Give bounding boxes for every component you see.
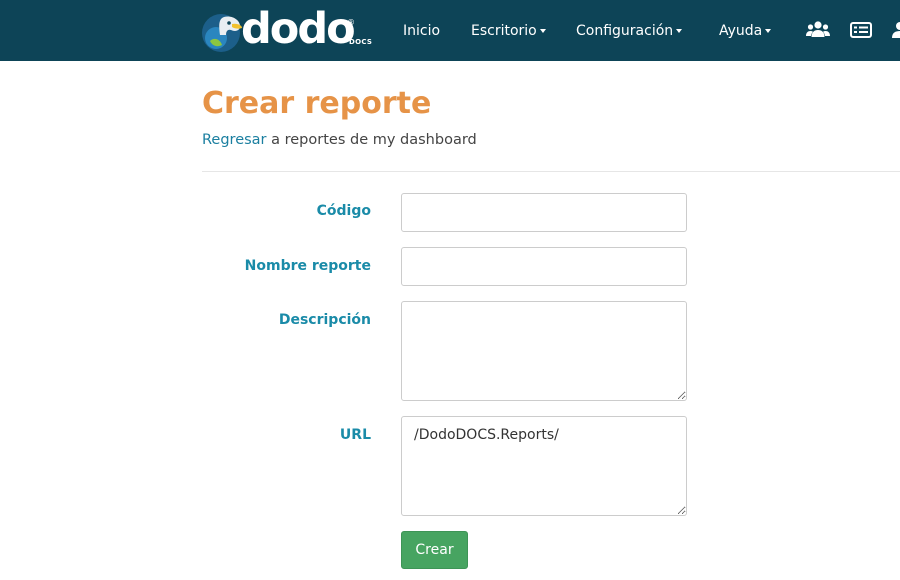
regresar-link[interactable]: Regresar	[202, 132, 267, 148]
caret-down-icon	[765, 29, 772, 33]
nav-escritorio-dropdown[interactable]: Escritorio	[471, 20, 546, 42]
users-icon[interactable]	[806, 20, 830, 40]
nav-ayuda-dropdown[interactable]: Ayuda	[719, 20, 772, 42]
caret-down-icon	[676, 29, 683, 33]
url-textarea[interactable]: /DodoDOCS.Reports/	[401, 416, 687, 516]
list-icon[interactable]	[850, 20, 872, 40]
crear-button[interactable]: Crear	[401, 531, 468, 569]
codigo-input[interactable]	[401, 193, 687, 232]
descripcion-label: Descripción	[278, 312, 371, 328]
url-label: URL	[339, 427, 371, 443]
nav-inicio-label: Inicio	[403, 23, 441, 39]
top-navbar: dodo ® DOCS Inicio Escritorio Configurac…	[0, 0, 900, 61]
logo-suffix: DOCS	[349, 38, 373, 46]
nav-escritorio-label: Escritorio	[471, 23, 537, 39]
nombre-reporte-input[interactable]	[401, 247, 687, 286]
nav-configuracion-label: Configuración	[576, 23, 674, 39]
caret-down-icon	[539, 29, 546, 33]
dodo-docs-logo[interactable]: dodo ® DOCS	[202, 4, 377, 54]
descripcion-textarea[interactable]	[401, 301, 687, 401]
page-subtitle: Regresar a reportes de my dashboard	[202, 130, 477, 150]
page-title: Crear reporte	[202, 86, 432, 121]
codigo-label: Código	[316, 203, 371, 219]
dodo-bird-icon	[202, 14, 242, 52]
logo-wordmark: dodo	[241, 4, 356, 54]
logo-registered-mark: ®	[347, 18, 355, 27]
user-icon[interactable]	[890, 20, 900, 40]
nav-ayuda-label: Ayuda	[719, 23, 763, 39]
nav-inicio[interactable]: Inicio	[403, 20, 440, 42]
subtitle-text: a reportes de my dashboard	[266, 132, 477, 148]
header-divider	[202, 171, 900, 172]
nav-configuracion-dropdown[interactable]: Configuración	[576, 20, 683, 42]
nombre-reporte-label: Nombre reporte	[244, 258, 371, 274]
